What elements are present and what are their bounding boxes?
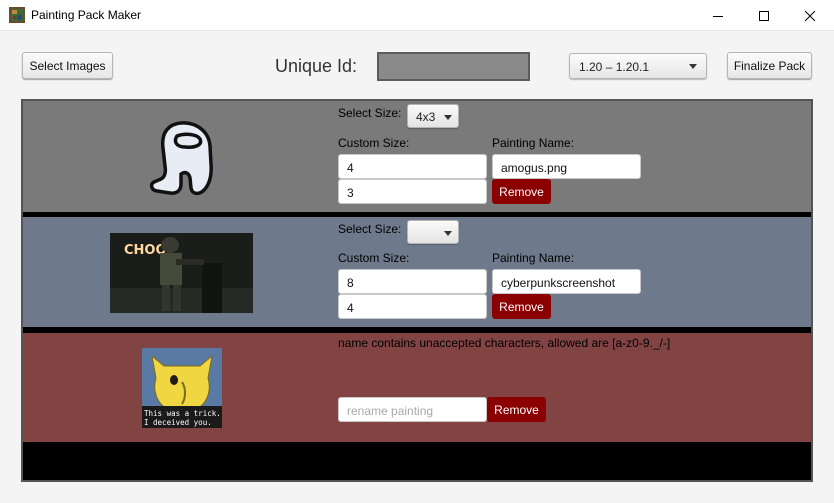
- select-size-label: Select Size:: [338, 222, 402, 236]
- close-icon: [804, 10, 816, 21]
- toolbar: Select Images Unique Id: 1.20 – 1.20.1 F…: [0, 31, 834, 99]
- minimize-icon: [713, 15, 723, 17]
- height-input[interactable]: 4: [338, 294, 487, 319]
- height-input[interactable]: 3: [338, 179, 487, 204]
- title-bar: Painting Pack Maker: [0, 0, 834, 31]
- painting-name-label: Painting Name:: [492, 136, 575, 150]
- custom-size-label: Custom Size:: [338, 136, 410, 150]
- remove-button[interactable]: Remove: [487, 397, 546, 422]
- width-input[interactable]: 8: [338, 269, 487, 294]
- rename-painting-input[interactable]: rename painting: [338, 397, 487, 422]
- size-selected-value: 4x3: [416, 110, 436, 124]
- width-input[interactable]: 4: [338, 154, 487, 179]
- maximize-button[interactable]: [741, 0, 787, 31]
- unique-id-input[interactable]: [377, 52, 530, 81]
- remove-button[interactable]: Remove: [492, 294, 551, 319]
- chevron-down-icon: [444, 115, 452, 120]
- painting-name-input[interactable]: amogus.png: [492, 154, 641, 179]
- remove-button[interactable]: Remove: [492, 179, 551, 204]
- size-select[interactable]: 4x3: [407, 104, 459, 128]
- meme-caption-line1: This was a trick.: [144, 409, 221, 418]
- meme-caption-line2: I deceived you.: [144, 418, 212, 427]
- size-select[interactable]: [407, 220, 459, 244]
- version-select[interactable]: 1.20 – 1.20.1: [569, 53, 707, 79]
- select-size-label: Select Size:: [338, 106, 402, 120]
- chevron-down-icon: [444, 231, 452, 236]
- maximize-icon: [759, 10, 769, 21]
- painting-name-input[interactable]: cyberpunkscreenshot: [492, 269, 641, 294]
- finalize-pack-button[interactable]: Finalize Pack: [727, 52, 812, 79]
- error-message: name contains unaccepted characters, all…: [338, 336, 671, 350]
- minimize-button[interactable]: [695, 0, 741, 31]
- close-button[interactable]: [787, 0, 833, 31]
- painting-icon: [9, 7, 25, 23]
- painting-row-invalid: This was a trick. I deceived you. name c…: [23, 333, 811, 442]
- amogus-image: [149, 121, 213, 196]
- version-selected-value: 1.20 – 1.20.1: [579, 60, 650, 74]
- select-images-button[interactable]: Select Images: [22, 52, 113, 79]
- window-title: Painting Pack Maker: [31, 8, 142, 22]
- painting-name-label: Painting Name:: [492, 251, 575, 265]
- painting-row-amogus: Select Size: 4x3 Custom Size: Painting N…: [23, 101, 811, 212]
- pikachu-meme-image: This was a trick. I deceived you.: [142, 348, 222, 428]
- unique-id-label: Unique Id:: [275, 56, 358, 76]
- painting-list[interactable]: Select Size: 4x3 Custom Size: Painting N…: [21, 99, 813, 482]
- custom-size-label: Custom Size:: [338, 251, 410, 265]
- chevron-down-icon: [689, 64, 697, 69]
- cyberpunk-image: CHOO: [110, 233, 253, 313]
- painting-row-cyberpunk: CHOO Select Size: Custom Size: Painting …: [23, 217, 811, 327]
